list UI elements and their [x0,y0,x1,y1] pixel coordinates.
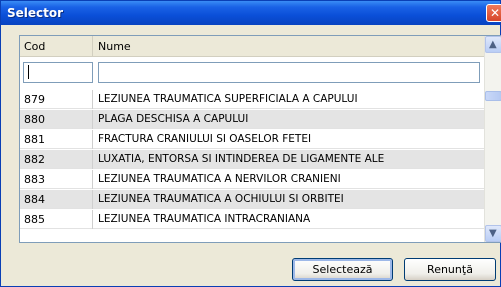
chevron-down-icon: ▼ [489,228,497,239]
column-header-nume[interactable]: Nume [94,36,484,57]
cell-cod: 882 [20,150,93,169]
cell-nume: PLAGA DESCHISA A CAPULUI [98,113,249,125]
scroll-down-button[interactable]: ▼ [485,225,501,242]
chevron-up-icon: ▲ [489,39,497,50]
cell-cod: 884 [20,190,93,209]
cell-cod: 883 [20,170,93,189]
selector-grid: Cod Nume 879 LEZIUNEA TRAUMATICA SUPERFI… [19,35,501,243]
table-row[interactable]: 884 LEZIUNEA TRAUMATICA A OCHIULUI SI OR… [20,190,484,209]
title-bar[interactable]: Selector ✕ [1,1,501,25]
cell-nume: LEZIUNEA TRAUMATICA INTRACRANIANA [98,213,311,225]
cell-cod: 880 [20,110,93,129]
filter-row [20,57,484,87]
select-button[interactable]: Selectează [292,258,393,281]
text-caret [28,65,29,79]
scroll-thumb[interactable] [485,91,501,101]
table-row[interactable]: 881 FRACTURA CRANIULUI SI OASELOR FETEI [20,130,484,149]
cell-nume: LUXATIA, ENTORSA SI INTINDEREA DE LIGAME… [98,153,385,165]
cell-nume: LEZIUNEA TRAUMATICA A NERVILOR CRANIENI [98,173,341,185]
vertical-scrollbar[interactable]: ▲ ▼ [484,36,501,242]
table-row[interactable]: 885 LEZIUNEA TRAUMATICA INTRACRANIANA [20,210,484,229]
scroll-up-button[interactable]: ▲ [485,36,501,53]
close-button[interactable]: ✕ [486,4,501,22]
close-icon: ✕ [490,6,501,20]
cell-cod: 879 [20,90,93,109]
table-row[interactable]: 880 PLAGA DESCHISA A CAPULUI [20,110,484,129]
grid-header: Cod Nume [20,36,484,57]
cell-cod: 881 [20,130,93,149]
nume-filter-input[interactable] [98,62,480,83]
cell-nume: LEZIUNEA TRAUMATICA A OCHIULUI SI ORBITE… [98,193,344,205]
table-row[interactable]: 883 LEZIUNEA TRAUMATICA A NERVILOR CRANI… [20,170,484,189]
cell-nume: LEZIUNEA TRAUMATICA SUPERFICIALA A CAPUL… [98,93,358,105]
table-row[interactable]: 879 LEZIUNEA TRAUMATICA SUPERFICIALA A C… [20,90,484,109]
table-row[interactable]: 882 LUXATIA, ENTORSA SI INTINDEREA DE LI… [20,150,484,169]
cod-filter-input[interactable] [23,62,93,83]
cell-nume: FRACTURA CRANIULUI SI OASELOR FETEI [98,133,312,145]
cancel-button[interactable]: Renunţă [404,258,496,281]
column-header-cod[interactable]: Cod [20,36,93,57]
cell-cod: 885 [20,210,93,229]
window-title: Selector [7,6,64,20]
selector-window: Selector ✕ Cod Nume 879 LEZIUNEA TRAUMAT… [0,0,501,287]
